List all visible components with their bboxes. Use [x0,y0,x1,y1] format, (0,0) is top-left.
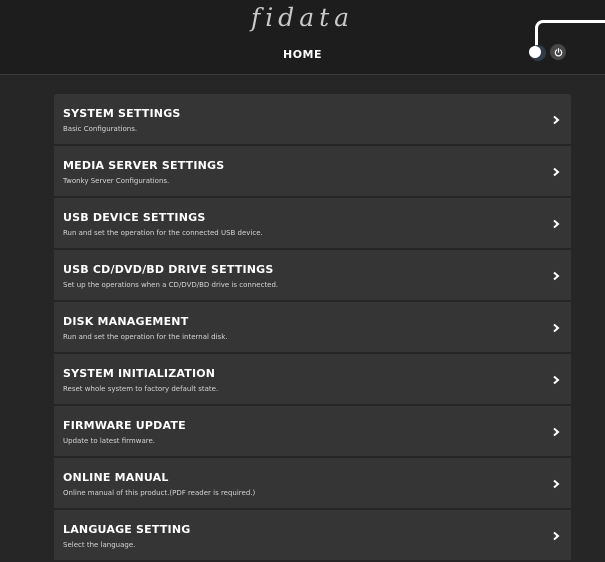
menu-item-description: Select the language. [63,541,136,549]
menu-item-title: SYSTEM INITIALIZATION [63,367,216,380]
chevron-right-icon [553,531,560,541]
chevron-right-icon [553,115,560,125]
menu-item-description: Reset whole system to factory default st… [63,385,219,393]
power-button[interactable] [550,44,566,60]
menu-item-title: SYSTEM SETTINGS [63,107,181,120]
menu-item-usb-device-settings[interactable]: USB DEVICE SETTINGS Run and set the oper… [54,198,571,250]
menu-item-disk-management[interactable]: DISK MANAGEMENT Run and set the operatio… [54,302,571,354]
callout-indicator-dot [529,46,541,58]
top-header: fidata HOME ? [0,0,605,75]
menu-item-firmware-update[interactable]: FIRMWARE UPDATE Update to latest firmwar… [54,406,571,458]
chevron-right-icon [553,219,560,229]
menu-item-system-settings[interactable]: SYSTEM SETTINGS Basic Configurations. [54,94,571,146]
menu-item-description: Online manual of this product.(PDF reade… [63,489,256,497]
settings-menu: SYSTEM SETTINGS Basic Configurations. ME… [54,94,571,562]
chevron-right-icon [553,375,560,385]
chevron-right-icon [553,323,560,333]
chevron-right-icon [553,271,560,281]
menu-item-title: USB CD/DVD/BD DRIVE SETTINGS [63,263,274,276]
page-title: HOME [282,48,323,61]
menu-item-description: Basic Configurations. [63,125,138,133]
menu-item-title: ONLINE MANUAL [63,471,169,484]
chevron-right-icon [553,427,560,437]
menu-item-title: FIRMWARE UPDATE [63,419,186,432]
menu-item-media-server-settings[interactable]: MEDIA SERVER SETTINGS Twonky Server Conf… [54,146,571,198]
chevron-right-icon [553,479,560,489]
fidata-logo: fidata [250,3,355,32]
menu-item-description: Run and set the operation for the intern… [63,333,228,341]
menu-item-usb-drive-settings[interactable]: USB CD/DVD/BD DRIVE SETTINGS Set up the … [54,250,571,302]
menu-item-description: Run and set the operation for the connec… [63,229,263,237]
menu-item-description: Update to latest firmware. [63,437,155,445]
chevron-right-icon [553,167,560,177]
menu-item-title: USB DEVICE SETTINGS [63,211,206,224]
menu-item-title: MEDIA SERVER SETTINGS [63,159,225,172]
menu-item-system-initialization[interactable]: SYSTEM INITIALIZATION Reset whole system… [54,354,571,406]
menu-item-description: Set up the operations when a CD/DVD/BD d… [63,281,279,289]
power-icon [554,47,562,56]
menu-item-language-setting[interactable]: LANGUAGE SETTING Select the language. [54,510,571,562]
menu-item-title: DISK MANAGEMENT [63,315,189,328]
menu-item-online-manual[interactable]: ONLINE MANUAL Online manual of this prod… [54,458,571,510]
menu-item-description: Twonky Server Configurations. [63,177,170,185]
callout-indicator-line [535,20,605,50]
menu-item-title: LANGUAGE SETTING [63,523,191,536]
